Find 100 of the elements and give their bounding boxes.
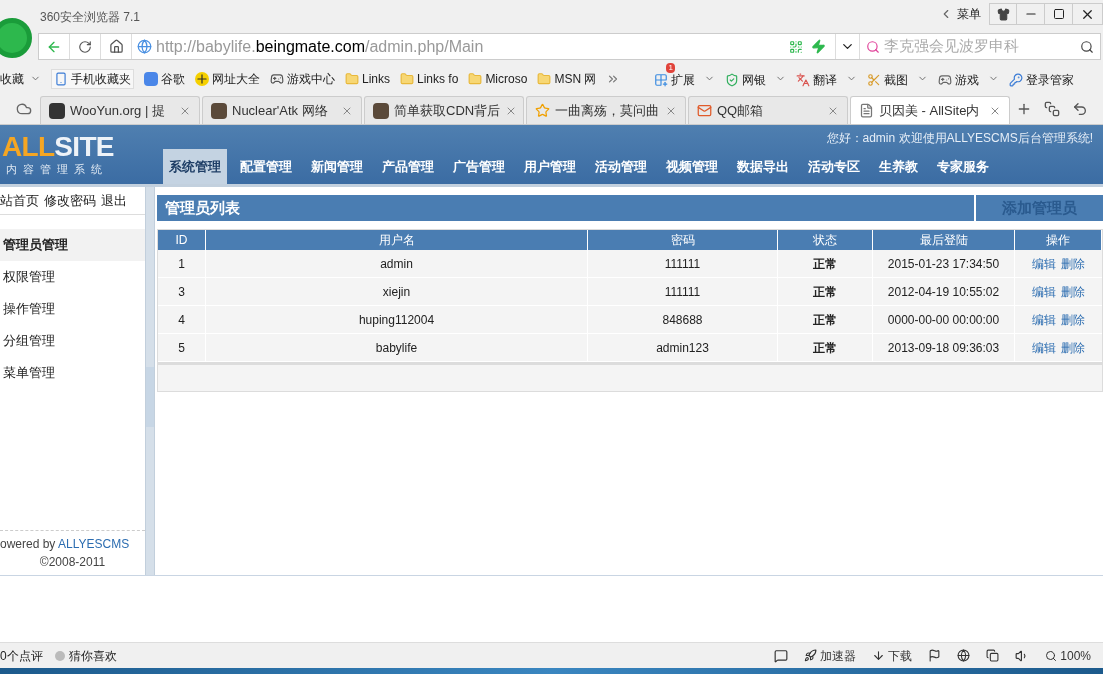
nav-tab[interactable]: 产品管理 (376, 149, 440, 184)
maximize-icon (1052, 8, 1065, 20)
nav-tab[interactable]: 用户管理 (518, 149, 582, 184)
table-cell: admin123 (588, 334, 778, 361)
table-cell: 2012-04-19 10:55:02 (873, 278, 1015, 305)
toolbar-item[interactable]: 截图 (867, 68, 909, 89)
sidebar-item[interactable]: 菜单管理 (0, 357, 145, 389)
action-link[interactable]: 编辑 (1032, 282, 1056, 301)
bookmark-item[interactable]: 谷歌 (144, 69, 185, 88)
action-link[interactable]: 删除 (1061, 310, 1085, 329)
nav-tab[interactable]: 系统管理 (163, 149, 227, 184)
nav-tab[interactable]: 活动管理 (589, 149, 653, 184)
action-link[interactable]: 编辑 (1032, 338, 1056, 357)
browser-tab[interactable]: WooYun.org | 提 (40, 96, 200, 124)
bookmark-item[interactable]: 游戏中心 (270, 69, 335, 88)
browser-tab[interactable]: 一曲离殇，莫问曲 (526, 96, 686, 124)
tab-favicon (49, 102, 65, 119)
maximize-button[interactable] (1045, 3, 1073, 25)
nav-tab[interactable]: 新闻管理 (305, 149, 369, 184)
favorites-menu[interactable]: 收藏 (0, 69, 24, 88)
bookmark-item[interactable]: 手机收藏夹 (51, 68, 134, 89)
action-link[interactable]: 删除 (1061, 254, 1085, 273)
nav-tab[interactable]: 数据导出 (731, 149, 795, 184)
bookmark-item[interactable]: 网址大全 (195, 69, 260, 88)
sidebar-item[interactable]: 操作管理 (0, 293, 145, 325)
nav-tab[interactable]: 生养教 (873, 149, 924, 184)
table-cell: admin (206, 250, 588, 277)
quick-link[interactable]: 站首页 (0, 190, 39, 211)
toolbar-item[interactable]: 游戏 (938, 68, 980, 89)
action-link[interactable]: 删除 (1061, 338, 1085, 357)
table-cell: 正常 (778, 250, 873, 277)
quick-link[interactable]: 退出 (101, 190, 127, 211)
tab-favicon (211, 102, 227, 119)
table-cell: 111111 (588, 250, 778, 277)
table-cell: huping112004 (206, 306, 588, 333)
toolbar-item[interactable]: 登录管家 (1009, 68, 1075, 89)
flag-icon[interactable] (928, 649, 942, 662)
table-cell: 2013-09-18 09:36:03 (873, 334, 1015, 361)
tab-title: 贝因美 - AllSite内 (879, 101, 980, 120)
nav-tab[interactable]: 专家服务 (931, 149, 995, 184)
sidebar-item[interactable]: 权限管理 (0, 261, 145, 293)
table-cell: 正常 (778, 306, 873, 333)
grid-icon (654, 72, 669, 87)
cloud-icon[interactable] (16, 101, 32, 117)
closed-tabs-icon[interactable] (1044, 101, 1060, 117)
copyright-text: ©2008-2011 (39, 554, 106, 571)
sidebar-item[interactable]: 管理员管理 (0, 229, 145, 261)
bookmark-item[interactable]: MSN 网 (537, 69, 597, 88)
plus-icon (195, 71, 209, 86)
action-link[interactable]: 编辑 (1032, 310, 1056, 329)
recommendations-item[interactable]: 猜你喜欢 (54, 646, 117, 665)
accelerator-item[interactable]: 加速器 (804, 646, 857, 665)
browser-icon[interactable] (957, 649, 971, 662)
new-tab-icon[interactable] (1016, 101, 1032, 117)
toolbar-item[interactable]: 网银 (725, 68, 767, 89)
tab-title: 简单获取CDN背后 (394, 101, 501, 120)
download-item[interactable]: 下载 (872, 646, 913, 665)
table-cell: 3 (158, 278, 206, 305)
phone-icon (54, 71, 68, 86)
browser-tab[interactable]: QQ邮箱 (688, 96, 848, 124)
bookmark-item[interactable]: Links (345, 69, 390, 88)
shirt-icon (996, 7, 1010, 21)
welcome-text: 您好：admin 欢迎使用ALLYESCMS后台管理系统! (826, 130, 1093, 147)
table-cell: 111111 (588, 278, 778, 305)
nav-tab[interactable]: 活动专区 (802, 149, 866, 184)
nav-tab[interactable]: 配置管理 (234, 149, 298, 184)
browser-tab[interactable]: 简单获取CDN背后 (364, 96, 524, 124)
tab-favicon (373, 102, 389, 119)
folder-icon (537, 71, 552, 86)
quick-link[interactable]: 修改密码 (44, 190, 96, 211)
comments-count[interactable]: 0个点评 (0, 646, 43, 665)
skin-button[interactable] (989, 3, 1017, 25)
folder-icon (400, 71, 414, 86)
bookmark-item[interactable]: Microso (468, 69, 528, 88)
close-button[interactable] (1073, 3, 1103, 25)
action-link[interactable]: 删除 (1061, 282, 1085, 301)
panel-title: 管理员列表 (165, 197, 240, 218)
tab-title: WooYun.org | 提 (70, 101, 165, 120)
undo-icon[interactable] (1072, 101, 1088, 117)
window-icon[interactable] (986, 649, 1000, 662)
notification-badge: 1 (666, 62, 675, 73)
shield-icon (725, 72, 740, 87)
menu-button[interactable]: 菜单 (957, 5, 981, 23)
zoom-level[interactable]: 100% (1045, 646, 1091, 665)
powered-by-link[interactable]: ALLYESCMS (58, 537, 130, 551)
browser-tab[interactable]: 贝因美 - AllSite内 (850, 96, 1010, 124)
nav-tab[interactable]: 广告管理 (447, 149, 511, 184)
chat-icon[interactable] (774, 648, 789, 663)
folder-icon (345, 71, 359, 86)
download-arrow-icon (872, 649, 886, 662)
collapse-handle[interactable] (146, 367, 154, 427)
sidebar-item[interactable]: 分组管理 (0, 325, 145, 357)
logo-subtitle: 内容管理系统 (6, 162, 109, 177)
action-link[interactable]: 编辑 (1032, 254, 1056, 273)
translate-icon (796, 72, 811, 87)
toolbar-item[interactable]: 翻译 (796, 68, 838, 89)
nav-tab[interactable]: 视频管理 (660, 149, 724, 184)
bookmark-item[interactable]: Links fo (400, 69, 459, 88)
browser-tab[interactable]: Nuclear'Atk 网络 (202, 96, 362, 124)
star-icon (535, 103, 550, 118)
